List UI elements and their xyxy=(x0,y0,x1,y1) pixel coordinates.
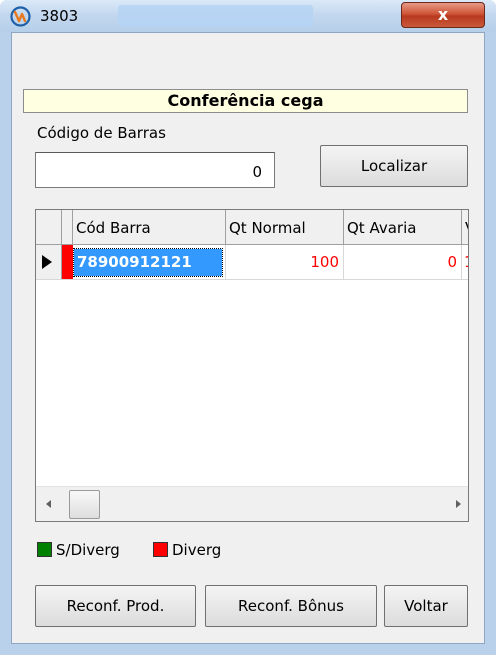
app-logo-icon xyxy=(10,6,31,27)
barcode-input[interactable]: 0 xyxy=(35,152,275,188)
localizar-button[interactable]: Localizar xyxy=(320,145,468,187)
legend-label-s-diverg: S/Diverg xyxy=(56,541,120,559)
reconf-prod-button[interactable]: Reconf. Prod. xyxy=(35,585,196,627)
grid-header: Cód Barra Qt Normal Qt Avaria V xyxy=(36,210,468,245)
row-indicator xyxy=(36,245,62,279)
legend-label-diverg: Diverg xyxy=(172,541,222,559)
barcode-label: Código de Barras xyxy=(37,124,166,142)
column-header-qt-avaria[interactable]: Qt Avaria xyxy=(344,210,462,244)
cell-v[interactable]: 1 xyxy=(462,245,468,279)
items-grid[interactable]: Cód Barra Qt Normal Qt Avaria V 78900912… xyxy=(35,209,469,522)
cell-qt-avaria[interactable]: 0 xyxy=(344,245,462,279)
legend-swatch-diverg xyxy=(153,542,168,557)
table-row[interactable]: 78900912121 100 0 1 xyxy=(36,245,468,280)
title-bar[interactable]: 3803 x xyxy=(0,0,496,32)
column-header-qt-normal[interactable]: Qt Normal xyxy=(226,210,344,244)
header-color-cell xyxy=(62,210,73,244)
scrollbar-thumb[interactable] xyxy=(69,490,100,519)
application-window: 3803 x Conferência cega Código de Barras… xyxy=(0,0,496,655)
form-header: Conferência cega xyxy=(23,89,468,113)
legend-swatch-s-diverg xyxy=(37,542,52,557)
current-row-arrow-icon xyxy=(42,255,52,269)
close-button[interactable]: x xyxy=(401,2,485,28)
column-header-v[interactable]: V xyxy=(462,210,468,244)
voltar-button[interactable]: Voltar xyxy=(384,585,468,627)
horizontal-scrollbar[interactable] xyxy=(36,486,468,521)
window-title: 3803 xyxy=(40,7,79,25)
row-status-color xyxy=(62,245,73,279)
cell-cod-barra-value[interactable]: 78900912121 xyxy=(73,248,223,277)
reconf-bonus-button[interactable]: Reconf. Bônus xyxy=(205,585,377,627)
header-indicator-cell xyxy=(36,210,62,244)
close-icon: x xyxy=(437,5,449,24)
redacted-title-region xyxy=(118,5,313,27)
column-header-cod-barra[interactable]: Cód Barra xyxy=(73,210,226,244)
scroll-left-icon[interactable] xyxy=(46,500,51,508)
window-bottom-border xyxy=(0,644,496,655)
cell-qt-normal[interactable]: 100 xyxy=(226,245,344,279)
scroll-right-icon[interactable] xyxy=(456,500,461,508)
